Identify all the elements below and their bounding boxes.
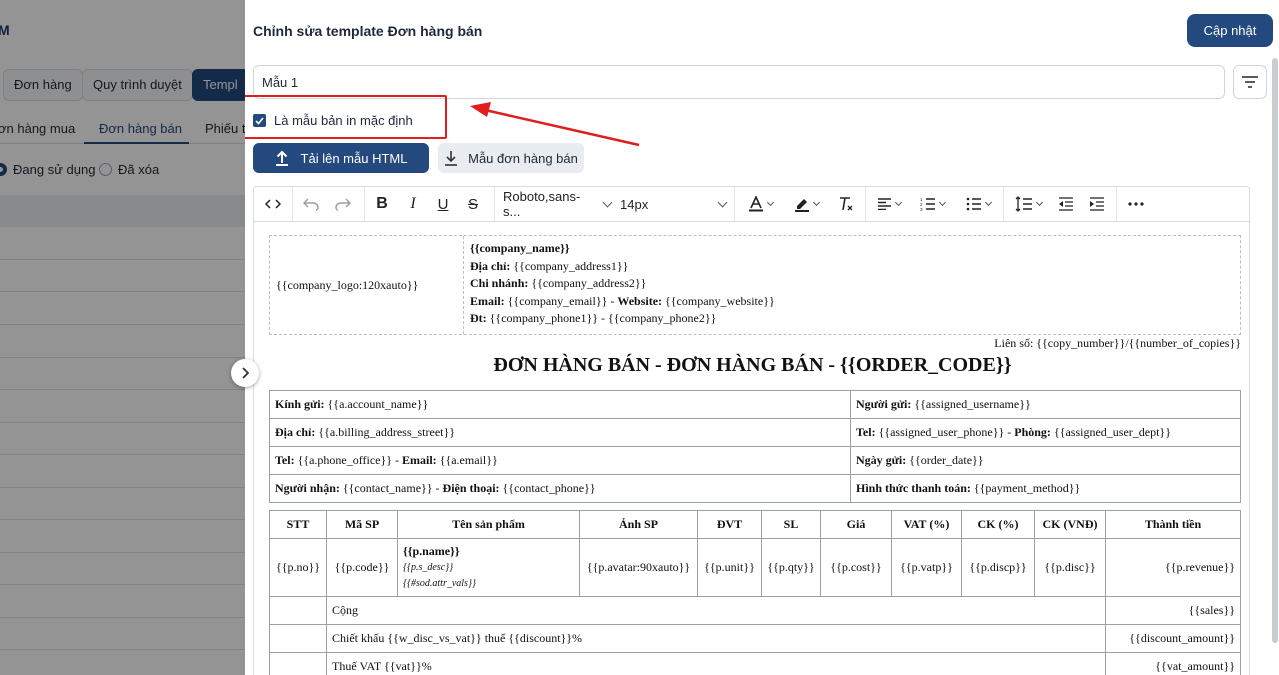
text-color-button[interactable]: [740, 187, 780, 221]
bullet-list-button[interactable]: [958, 187, 998, 221]
table-row: {{p.no}} {{p.code}} {{p.name}} {{p.s_des…: [269, 538, 1241, 597]
company-name: {{company_name}}: [470, 241, 570, 255]
italic-icon: I: [410, 195, 416, 212]
align-left-icon: [878, 198, 891, 210]
modal-overlay[interactable]: [0, 0, 245, 675]
filter-icon: [1242, 76, 1258, 88]
company-header: {{company_logo:120xauto}} {{company_name…: [269, 235, 1241, 335]
rich-text-editor: B I U S Roboto,sans-s... 14px 1 2 3 {{co…: [253, 186, 1250, 675]
download-sample-label: Mẫu đơn hàng bán: [468, 150, 578, 166]
table-row: Thuế VAT {{vat}}% {{vat_amount}}: [269, 652, 1241, 675]
download-sample-button[interactable]: Mẫu đơn hàng bán: [438, 143, 584, 173]
branch-value: {{company_address2}}: [531, 276, 647, 290]
font-size-value: 14px: [620, 196, 649, 212]
redo-icon: [335, 198, 351, 211]
drawer-title: Chỉnh sửa template Đơn hàng bán: [253, 23, 483, 39]
phone-label: Đt:: [470, 311, 487, 325]
branch-label: Chi nhánh:: [470, 276, 529, 290]
annotation-highlight-box: [245, 95, 447, 139]
product-table: STT Mã SP Tên sản phẩm Ảnh SP ĐVT SL Giá…: [269, 510, 1241, 675]
website-label: Website:: [617, 293, 663, 308]
line-height-icon: [1015, 196, 1032, 212]
table-header-row: STT Mã SP Tên sản phẩm Ảnh SP ĐVT SL Giá…: [269, 510, 1241, 539]
source-code-button[interactable]: [258, 187, 288, 221]
font-family-value: Roboto,sans-s...: [503, 189, 581, 219]
clear-format-button[interactable]: [832, 187, 860, 221]
underline-button[interactable]: U: [429, 187, 457, 221]
more-icon: [1128, 202, 1144, 206]
svg-text:3: 3: [920, 207, 923, 211]
clear-format-icon: [840, 197, 853, 211]
undo-button[interactable]: [296, 187, 326, 221]
email-value: {{company_email}} -: [507, 293, 615, 308]
update-button[interactable]: Cập nhật: [1187, 14, 1273, 47]
table-row: Chiết khấu {{w_disc_vs_vat}} thuế {{disc…: [269, 624, 1241, 653]
numbered-list-icon: 123: [920, 197, 935, 211]
download-icon: [445, 151, 458, 166]
editor-toolbar: B I U S Roboto,sans-s... 14px 1 2 3: [254, 187, 1249, 222]
indent-button[interactable]: [1083, 187, 1111, 221]
bold-button[interactable]: B: [368, 187, 396, 221]
italic-button[interactable]: I: [399, 187, 427, 221]
company-logo-placeholder: {{company_logo:120xauto}}: [270, 236, 464, 334]
numbered-list-button[interactable]: 123: [912, 187, 952, 221]
chevron-down-icon: [1035, 198, 1043, 206]
copy-number-line: Liên số: {{copy_number}}/{{number_of_cop…: [994, 336, 1241, 350]
undo-icon: [303, 198, 319, 211]
chevron-down-icon: [984, 198, 992, 206]
font-size-select[interactable]: 14px: [620, 187, 728, 221]
table-row: Cộng {{sales}}: [269, 596, 1241, 625]
document-title: ĐƠN HÀNG BÁN - ĐƠN HÀNG BÁN - {{ORDER_CO…: [493, 354, 1012, 376]
email-label: Email:: [470, 293, 505, 308]
highlight-color-button[interactable]: [784, 187, 828, 221]
template-name-input[interactable]: [253, 65, 1225, 99]
text-color-icon: [748, 196, 763, 212]
underline-icon: U: [437, 195, 449, 213]
bold-icon: B: [376, 195, 388, 212]
upload-icon: [275, 150, 288, 166]
table-row: Tel: {{a.phone_office}} - Email: {{a.ema…: [269, 446, 1241, 475]
outdent-button[interactable]: [1052, 187, 1080, 221]
filter-button[interactable]: [1233, 65, 1267, 99]
website-value: {{company_website}}: [665, 293, 775, 308]
table-row: Kính gửi: {{a.account_name}} Người gửi: …: [269, 390, 1241, 419]
drawer-scrollbar[interactable]: [1272, 58, 1278, 643]
strikethrough-button[interactable]: S: [459, 187, 487, 221]
chevron-down-icon: [938, 198, 946, 206]
address-value: {{company_address1}}: [513, 258, 629, 273]
redo-button[interactable]: [328, 187, 358, 221]
upload-html-button[interactable]: Tải lên mẫu HTML: [253, 143, 429, 173]
chevron-down-icon: [894, 198, 903, 206]
bullet-list-icon: [966, 197, 981, 211]
table-row: Người nhận: {{contact_name}} - Điện thoạ…: [269, 474, 1241, 503]
phone-value: {{company_phone1}} - {{company_phone2}}: [489, 311, 717, 325]
customer-info-table: Kính gửi: {{a.account_name}} Người gửi: …: [269, 390, 1241, 503]
chevron-down-icon: [766, 198, 774, 206]
upload-html-label: Tải lên mẫu HTML: [300, 150, 408, 166]
more-options-button[interactable]: [1122, 187, 1150, 221]
edit-template-drawer: Chỉnh sửa template Đơn hàng bán Cập nhật…: [245, 0, 1279, 675]
table-row: Địa chỉ: {{a.billing_address_street}} Te…: [269, 418, 1241, 447]
company-info: {{company_name}} Địa chỉ: {{company_addr…: [470, 240, 775, 328]
align-button[interactable]: [870, 187, 908, 221]
strikethrough-icon: S: [467, 195, 478, 213]
chevron-down-icon: [812, 198, 820, 206]
chevron-down-icon: [717, 197, 728, 207]
code-icon: [265, 199, 281, 209]
line-height-button[interactable]: [1008, 187, 1048, 221]
editor-content[interactable]: {{company_logo:120xauto}} {{company_name…: [254, 222, 1249, 675]
chevron-down-icon: [602, 197, 613, 207]
address-label: Địa chỉ:: [470, 258, 511, 273]
font-family-select[interactable]: Roboto,sans-s...: [503, 187, 613, 221]
highlighter-icon: [794, 199, 809, 212]
indent-icon: [1090, 197, 1104, 211]
chevron-right-icon: [242, 367, 249, 379]
outdent-icon: [1059, 197, 1073, 211]
collapse-drawer-button[interactable]: [231, 359, 259, 387]
